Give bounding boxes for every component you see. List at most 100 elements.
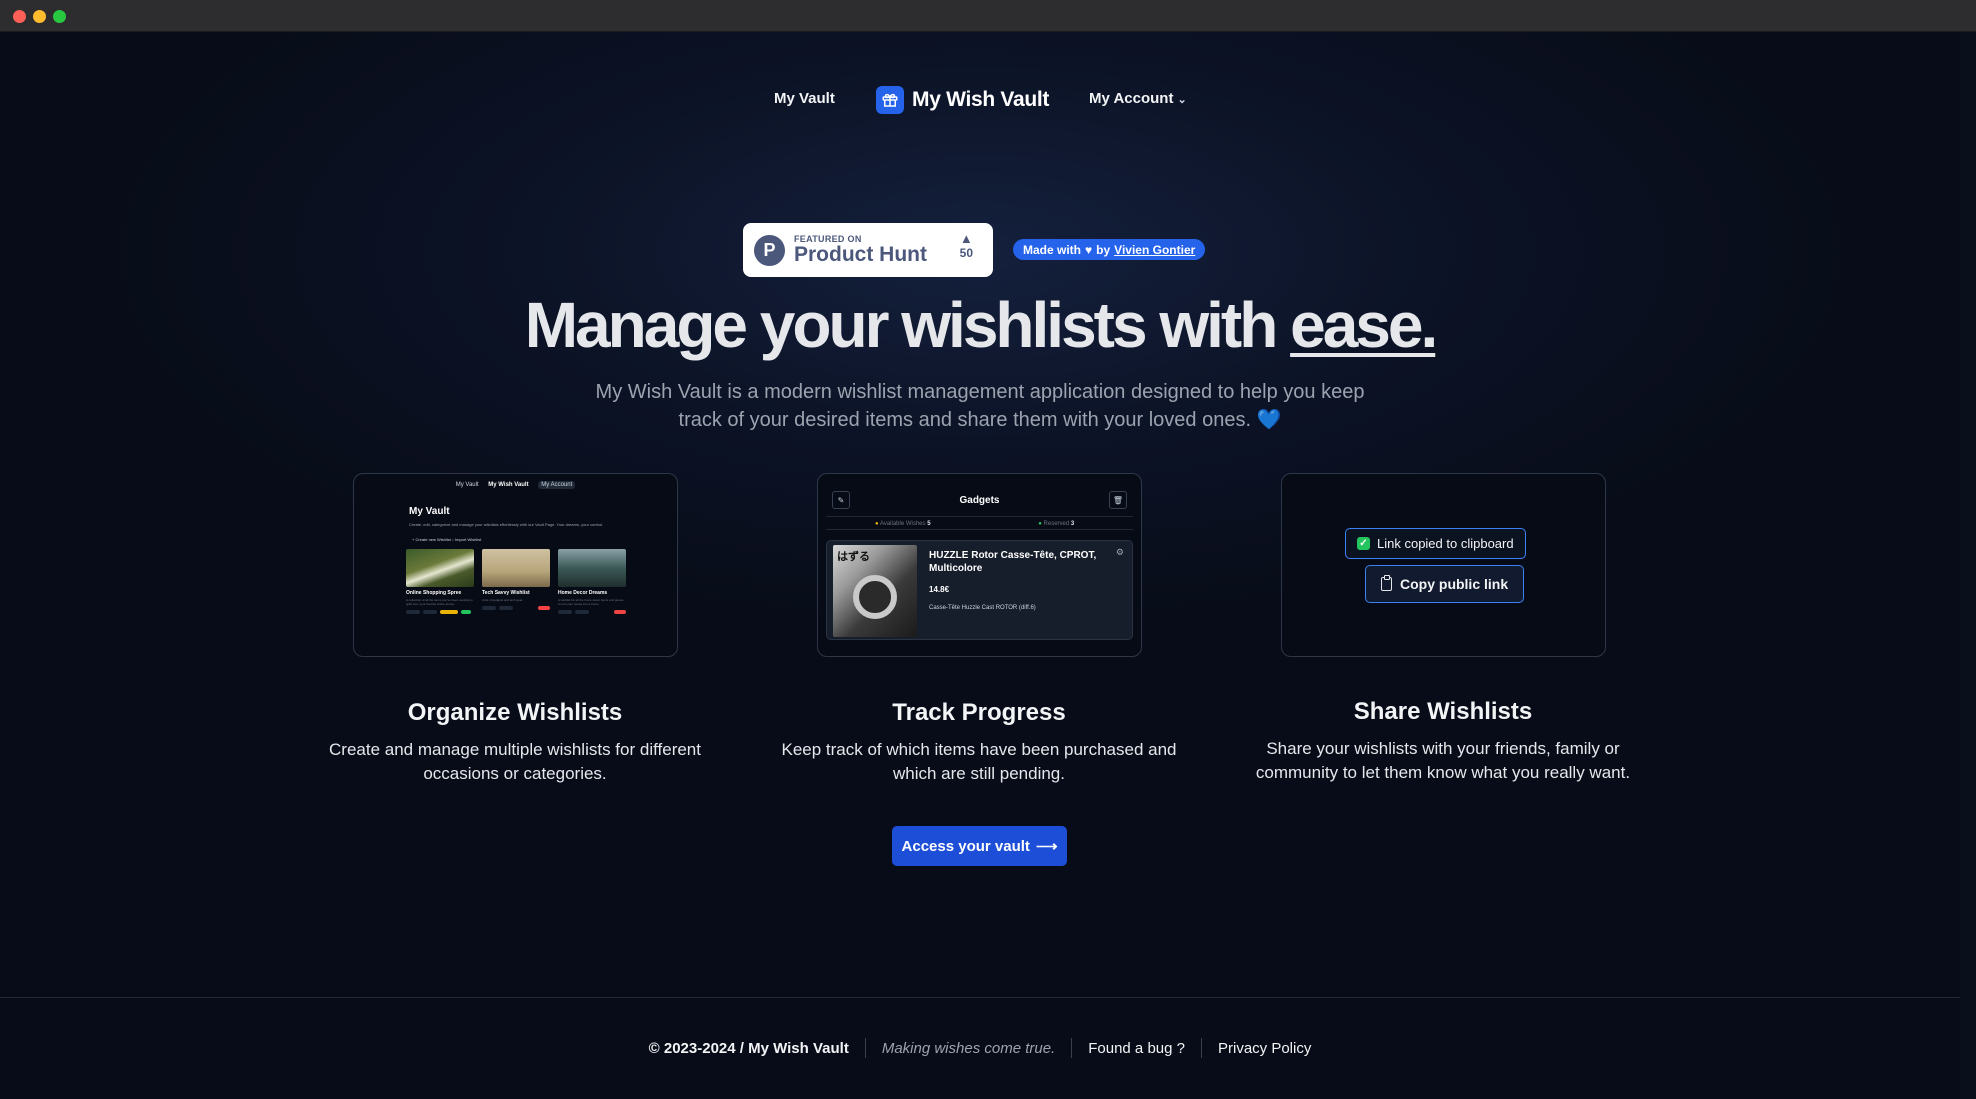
mini-wishlist-text: A wishlist for all the home decor items … — [558, 598, 624, 606]
upvote-triangle-icon: ▲ — [959, 231, 973, 246]
product-image: はずる — [833, 545, 917, 637]
product-hunt-text: FEATURED ON Product Hunt — [794, 234, 927, 266]
reserved-count: 3 — [1070, 521, 1075, 527]
footer-separator — [1071, 1038, 1073, 1058]
footer-tagline: Making wishes come true. — [881, 1039, 1056, 1057]
mini-wishlist-image — [406, 549, 474, 587]
mini-wishlist-text: A collection of all the items you've bee… — [406, 598, 473, 606]
copy-button-label: Copy public link — [1400, 576, 1509, 592]
gift-icon — [876, 86, 904, 114]
page: My Vault My Wish Vault My Account ⌄ P FEA… — [0, 32, 1960, 1099]
mini-wishlist-image — [558, 549, 626, 587]
made-with-badge[interactable]: Made with ♥ by Vivien Gontier — [1013, 239, 1206, 260]
ph-name: Product Hunt — [794, 243, 927, 266]
available-wishes-stat: ● Available Wishes 5 — [874, 521, 931, 527]
footer-divider — [0, 997, 1960, 998]
feature-desc: Keep track of which items have been purc… — [781, 740, 1177, 783]
cta-label: Access your vault — [901, 837, 1030, 855]
access-vault-button[interactable]: Access your vault ⟶ — [892, 826, 1067, 866]
mini-wishlist-grid: Online Shopping Spree A collection of al… — [406, 549, 626, 614]
available-label: Available Wishes — [879, 521, 926, 527]
mini-wishlist-name: Online Shopping Spree — [406, 590, 462, 596]
hero-title-emphasis: ease. — [1290, 289, 1438, 361]
mini-nav-vault: My Vault — [455, 482, 479, 488]
close-window-button[interactable] — [13, 10, 26, 23]
chevron-down-icon: ⌄ — [1177, 94, 1187, 106]
share-preview-card: ✓ Link copied to clipboard Copy public l… — [1281, 473, 1606, 657]
wish-item-name: HUZZLE Rotor Casse-Tête, CPROT, Multicol… — [929, 550, 1097, 574]
brand-logo[interactable]: My Wish Vault — [876, 80, 1049, 120]
clipboard-icon — [1381, 575, 1392, 591]
privacy-policy-link[interactable]: Privacy Policy — [1218, 1040, 1311, 1057]
arrow-right-icon: ⟶ — [1035, 838, 1058, 855]
footer-separator — [1200, 1038, 1202, 1058]
toast-label: Link copied to clipboard — [1377, 536, 1514, 551]
mini-wishlist-text: A list of gadgets and tech gear. — [482, 598, 524, 602]
product-image-label: はずる — [837, 551, 870, 563]
maximize-window-button[interactable] — [53, 10, 66, 23]
mini-nav: My Vault My Wish Vault My Account — [354, 481, 677, 489]
found-bug-link[interactable]: Found a bug ? — [1088, 1040, 1185, 1057]
scrollbar[interactable] — [1960, 32, 1976, 1099]
copy-public-link-button: Copy public link — [1365, 565, 1525, 603]
author-link[interactable]: Vivien Gontier — [1114, 243, 1195, 257]
mini-wishlist-card: Tech Savvy Wishlist A list of gadgets an… — [482, 549, 550, 614]
heart-icon: ♥ — [1085, 242, 1093, 257]
reserved-label: Reserved — [1043, 521, 1070, 527]
gadgets-preview-card: ✎ Gadgets 🗑 ● Available Wishes 5 ● Reser… — [817, 473, 1142, 657]
mini-nav-account: My Account — [538, 481, 576, 489]
mini-vault-title: My Vault — [409, 506, 450, 517]
link-copied-toast: ✓ Link copied to clipboard — [1345, 528, 1526, 559]
gadgets-header: ✎ Gadgets 🗑 — [826, 488, 1133, 512]
footer-separator — [864, 1038, 866, 1058]
top-nav: My Vault My Wish Vault My Account ⌄ — [0, 80, 1960, 120]
mini-wishlist-tags — [482, 606, 550, 610]
gadgets-title: Gadgets — [959, 494, 1000, 506]
mini-wishlist-name: Home Decor Dreams — [558, 590, 608, 596]
wish-item-price: 14.8€ — [929, 585, 950, 594]
feature-title: Share Wishlists — [1353, 698, 1533, 725]
hero-subtitle: My Wish Vault is a modern wishlist manag… — [580, 378, 1380, 434]
mini-wishlist-tags — [558, 610, 626, 614]
nav-my-vault-link[interactable]: My Vault — [774, 90, 835, 107]
mini-wishlist-card: Home Decor Dreams A wishlist for all the… — [558, 549, 626, 614]
nav-account-label: My Account — [1089, 90, 1174, 107]
minimize-window-button[interactable] — [33, 10, 46, 23]
nav-my-account-dropdown[interactable]: My Account ⌄ — [1089, 90, 1187, 107]
trash-icon: 🗑 — [1108, 491, 1127, 509]
product-hunt-badge[interactable]: P FEATURED ON Product Hunt ▲ 50 — [743, 223, 993, 277]
feature-title: Organize Wishlists — [407, 699, 623, 726]
mini-vault-desc: Create, edit, categorize and manage your… — [409, 522, 604, 527]
product-hunt-logo-icon: P — [754, 234, 785, 266]
mini-nav-brand: My Wish Vault — [488, 482, 529, 488]
hero-subtitle-text: My Wish Vault is a modern wishlist manag… — [595, 381, 1365, 431]
footer: © 2023-2024 / My Wish Vault Making wishe… — [0, 1038, 1960, 1058]
reserved-stat: ● Reserved 3 — [1038, 521, 1075, 527]
wish-item-desc: Casse-Tête Huzzle Cast ROTOR (diff.6) — [929, 605, 1036, 611]
mini-vault-actions: + Create new Wishlist ↓ Import Wishlist — [412, 537, 482, 542]
by-label: by — [1096, 242, 1111, 257]
feature-desc: Share your wishlists with your friends, … — [1255, 739, 1631, 782]
ph-vote-count: 50 — [959, 246, 973, 260]
mini-wishlist-image — [482, 549, 550, 587]
product-disc — [853, 575, 897, 619]
available-count: 5 — [927, 521, 931, 527]
feature-desc: Create and manage multiple wishlists for… — [329, 740, 701, 783]
footer-copyright: © 2023-2024 / My Wish Vault — [648, 1039, 849, 1057]
brand-name: My Wish Vault — [912, 88, 1050, 111]
edit-icon: ✎ — [832, 491, 850, 509]
feature-title: Track Progress — [892, 699, 1066, 726]
mini-wishlist-card: Online Shopping Spree A collection of al… — [406, 549, 474, 614]
vault-preview-card: My Vault My Wish Vault My Account My Vau… — [353, 473, 678, 657]
window-titlebar — [0, 0, 1976, 32]
check-icon: ✓ — [1357, 537, 1370, 550]
wish-item-card: はずる HUZZLE Rotor Casse-Tête, CPROT, Mult… — [826, 540, 1133, 640]
mini-wishlist-name: Tech Savvy Wishlist — [482, 590, 530, 596]
gear-icon: ⚙ — [1115, 547, 1124, 557]
made-with-label: Made with — [1023, 242, 1082, 257]
gadgets-stats: ● Available Wishes 5 ● Reserved 3 — [826, 516, 1133, 530]
hero-title: Manage your wishlists with ease. — [0, 288, 1960, 362]
blue-heart-icon: 💙 — [1256, 409, 1282, 431]
mini-wishlist-tags — [406, 610, 474, 614]
hero-title-main: Manage your wishlists with — [524, 289, 1291, 361]
